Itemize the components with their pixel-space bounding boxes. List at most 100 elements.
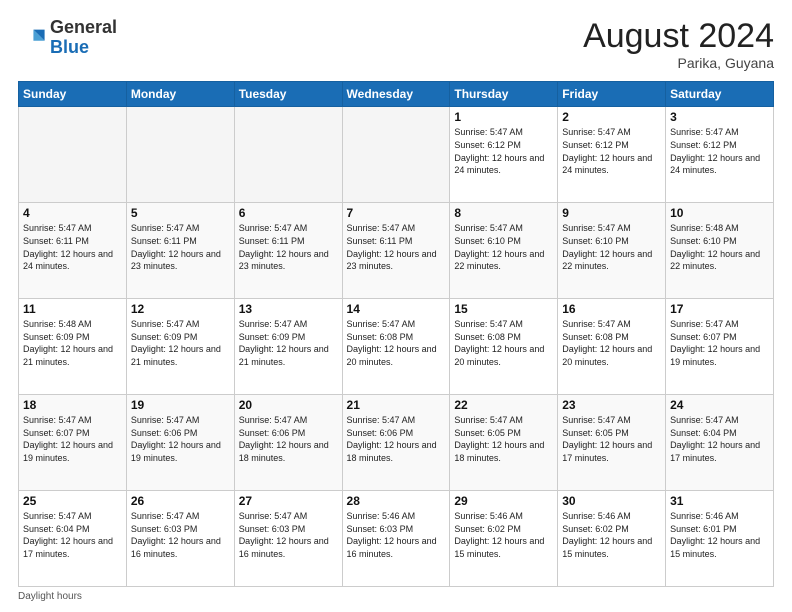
day-number: 3 [670, 110, 769, 124]
title-block: August 2024 Parika, Guyana [583, 18, 774, 71]
table-cell: 28Sunrise: 5:46 AMSunset: 6:03 PMDayligh… [342, 491, 450, 587]
day-number: 8 [454, 206, 553, 220]
table-cell: 26 Sunrise: 5:47 AMSunset: 6:03 PMDayligh… [126, 491, 234, 587]
day-detail: Sunrise: 5:47 AMSunset: 6:10 PMDaylight:… [562, 222, 661, 272]
table-cell: 15 Sunrise: 5:47 AMSunset: 6:08 PMDayligh… [450, 299, 558, 395]
day-number: 18 [23, 398, 122, 412]
day-detail: Sunrise: 5:46 AMSunset: 6:02 PMDaylight:… [454, 510, 553, 560]
day-number: 26 [131, 494, 230, 508]
table-cell: 22 Sunrise: 5:47 AMSunset: 6:05 PMDayligh… [450, 395, 558, 491]
day-number: 5 [131, 206, 230, 220]
day-detail: Sunrise: 5:47 AMSunset: 6:11 PMDaylight:… [131, 222, 230, 272]
table-cell: 5 Sunrise: 5:47 AMSunset: 6:11 PMDaylight… [126, 203, 234, 299]
logo-general: General [50, 17, 117, 37]
table-cell: 30Sunrise: 5:46 AMSunset: 6:02 PMDayligh… [558, 491, 666, 587]
day-number: 11 [23, 302, 122, 316]
week-row-3: 11Sunrise: 5:48 AMSunset: 6:09 PMDayligh… [19, 299, 774, 395]
day-detail: Sunrise: 5:47 AMSunset: 6:11 PMDaylight:… [347, 222, 446, 272]
day-number: 28 [347, 494, 446, 508]
day-detail: Sunrise: 5:47 AMSunset: 6:08 PMDaylight:… [562, 318, 661, 368]
logo-blue: Blue [50, 37, 89, 57]
table-cell: 21Sunrise: 5:47 AMSunset: 6:06 PMDayligh… [342, 395, 450, 491]
table-cell: 29 Sunrise: 5:46 AMSunset: 6:02 PMDayligh… [450, 491, 558, 587]
col-thursday: Thursday [450, 82, 558, 107]
col-tuesday: Tuesday [234, 82, 342, 107]
table-cell: 9Sunrise: 5:47 AMSunset: 6:10 PMDaylight… [558, 203, 666, 299]
col-monday: Monday [126, 82, 234, 107]
table-cell: 4 Sunrise: 5:47 AMSunset: 6:11 PMDaylight… [19, 203, 127, 299]
table-cell: 16Sunrise: 5:47 AMSunset: 6:08 PMDayligh… [558, 299, 666, 395]
day-number: 15 [454, 302, 553, 316]
day-number: 24 [670, 398, 769, 412]
week-row-4: 18Sunrise: 5:47 AMSunset: 6:07 PMDayligh… [19, 395, 774, 491]
day-number: 21 [347, 398, 446, 412]
table-cell: 3Sunrise: 5:47 AMSunset: 6:12 PMDaylight… [666, 107, 774, 203]
location: Parika, Guyana [583, 55, 774, 71]
logo-text: General Blue [50, 18, 117, 58]
table-cell: 27 Sunrise: 5:47 AMSunset: 6:03 PMDayligh… [234, 491, 342, 587]
table-cell [342, 107, 450, 203]
day-detail: Sunrise: 5:47 AMSunset: 6:11 PMDaylight:… [23, 222, 122, 272]
col-sunday: Sunday [19, 82, 127, 107]
table-cell: 14 Sunrise: 5:47 AMSunset: 6:08 PMDayligh… [342, 299, 450, 395]
day-detail: Sunrise: 5:47 AMSunset: 6:05 PMDaylight:… [562, 414, 661, 464]
col-friday: Friday [558, 82, 666, 107]
day-detail: Sunrise: 5:47 AMSunset: 6:07 PMDaylight:… [670, 318, 769, 368]
day-number: 13 [239, 302, 338, 316]
day-number: 14 [347, 302, 446, 316]
week-row-1: 1 Sunrise: 5:47 AMSunset: 6:12 PMDaylight… [19, 107, 774, 203]
day-detail: Sunrise: 5:47 AMSunset: 6:12 PMDaylight:… [454, 126, 553, 176]
day-number: 22 [454, 398, 553, 412]
calendar-header-row: Sunday Monday Tuesday Wednesday Thursday… [19, 82, 774, 107]
table-cell: 19Sunrise: 5:47 AMSunset: 6:06 PMDayligh… [126, 395, 234, 491]
day-detail: Sunrise: 5:47 AMSunset: 6:06 PMDaylight:… [131, 414, 230, 464]
day-detail: Sunrise: 5:47 AMSunset: 6:12 PMDaylight:… [562, 126, 661, 176]
table-cell [19, 107, 127, 203]
day-detail: Sunrise: 5:47 AMSunset: 6:04 PMDaylight:… [23, 510, 122, 560]
day-number: 27 [239, 494, 338, 508]
table-cell: 31 Sunrise: 5:46 AMSunset: 6:01 PMDayligh… [666, 491, 774, 587]
day-number: 6 [239, 206, 338, 220]
footer-note: Daylight hours [18, 591, 774, 602]
day-detail: Sunrise: 5:47 AMSunset: 6:08 PMDaylight:… [347, 318, 446, 368]
table-cell: 7 Sunrise: 5:47 AMSunset: 6:11 PMDaylight… [342, 203, 450, 299]
table-cell: 13 Sunrise: 5:47 AMSunset: 6:09 PMDayligh… [234, 299, 342, 395]
day-detail: Sunrise: 5:47 AMSunset: 6:11 PMDaylight:… [239, 222, 338, 272]
col-wednesday: Wednesday [342, 82, 450, 107]
table-cell: 6 Sunrise: 5:47 AMSunset: 6:11 PMDaylight… [234, 203, 342, 299]
day-number: 17 [670, 302, 769, 316]
table-cell: 10 Sunrise: 5:48 AMSunset: 6:10 PMDayligh… [666, 203, 774, 299]
day-detail: Sunrise: 5:47 AMSunset: 6:09 PMDaylight:… [239, 318, 338, 368]
table-cell [234, 107, 342, 203]
day-number: 12 [131, 302, 230, 316]
table-cell: 23 Sunrise: 5:47 AMSunset: 6:05 PMDayligh… [558, 395, 666, 491]
day-detail: Sunrise: 5:47 AMSunset: 6:03 PMDaylight:… [239, 510, 338, 560]
day-detail: Sunrise: 5:47 AMSunset: 6:03 PMDaylight:… [131, 510, 230, 560]
day-detail: Sunrise: 5:47 AMSunset: 6:05 PMDaylight:… [454, 414, 553, 464]
table-cell [126, 107, 234, 203]
week-row-5: 25Sunrise: 5:47 AMSunset: 6:04 PMDayligh… [19, 491, 774, 587]
day-number: 7 [347, 206, 446, 220]
day-detail: Sunrise: 5:46 AMSunset: 6:01 PMDaylight:… [670, 510, 769, 560]
table-cell: 2Sunrise: 5:47 AMSunset: 6:12 PMDaylight… [558, 107, 666, 203]
day-number: 29 [454, 494, 553, 508]
month-year: August 2024 [583, 18, 774, 55]
day-detail: Sunrise: 5:47 AMSunset: 6:08 PMDaylight:… [454, 318, 553, 368]
day-number: 20 [239, 398, 338, 412]
day-detail: Sunrise: 5:48 AMSunset: 6:10 PMDaylight:… [670, 222, 769, 272]
table-cell: 17 Sunrise: 5:47 AMSunset: 6:07 PMDayligh… [666, 299, 774, 395]
daylight-label: Daylight hours [18, 591, 82, 602]
table-cell: 25Sunrise: 5:47 AMSunset: 6:04 PMDayligh… [19, 491, 127, 587]
day-number: 23 [562, 398, 661, 412]
table-cell: 24Sunrise: 5:47 AMSunset: 6:04 PMDayligh… [666, 395, 774, 491]
day-number: 4 [23, 206, 122, 220]
col-saturday: Saturday [666, 82, 774, 107]
day-number: 10 [670, 206, 769, 220]
day-number: 1 [454, 110, 553, 124]
header: General Blue August 2024 Parika, Guyana [18, 18, 774, 71]
table-cell: 11Sunrise: 5:48 AMSunset: 6:09 PMDayligh… [19, 299, 127, 395]
table-cell: 8Sunrise: 5:47 AMSunset: 6:10 PMDaylight… [450, 203, 558, 299]
logo-icon [18, 24, 46, 52]
day-number: 31 [670, 494, 769, 508]
day-detail: Sunrise: 5:47 AMSunset: 6:09 PMDaylight:… [131, 318, 230, 368]
